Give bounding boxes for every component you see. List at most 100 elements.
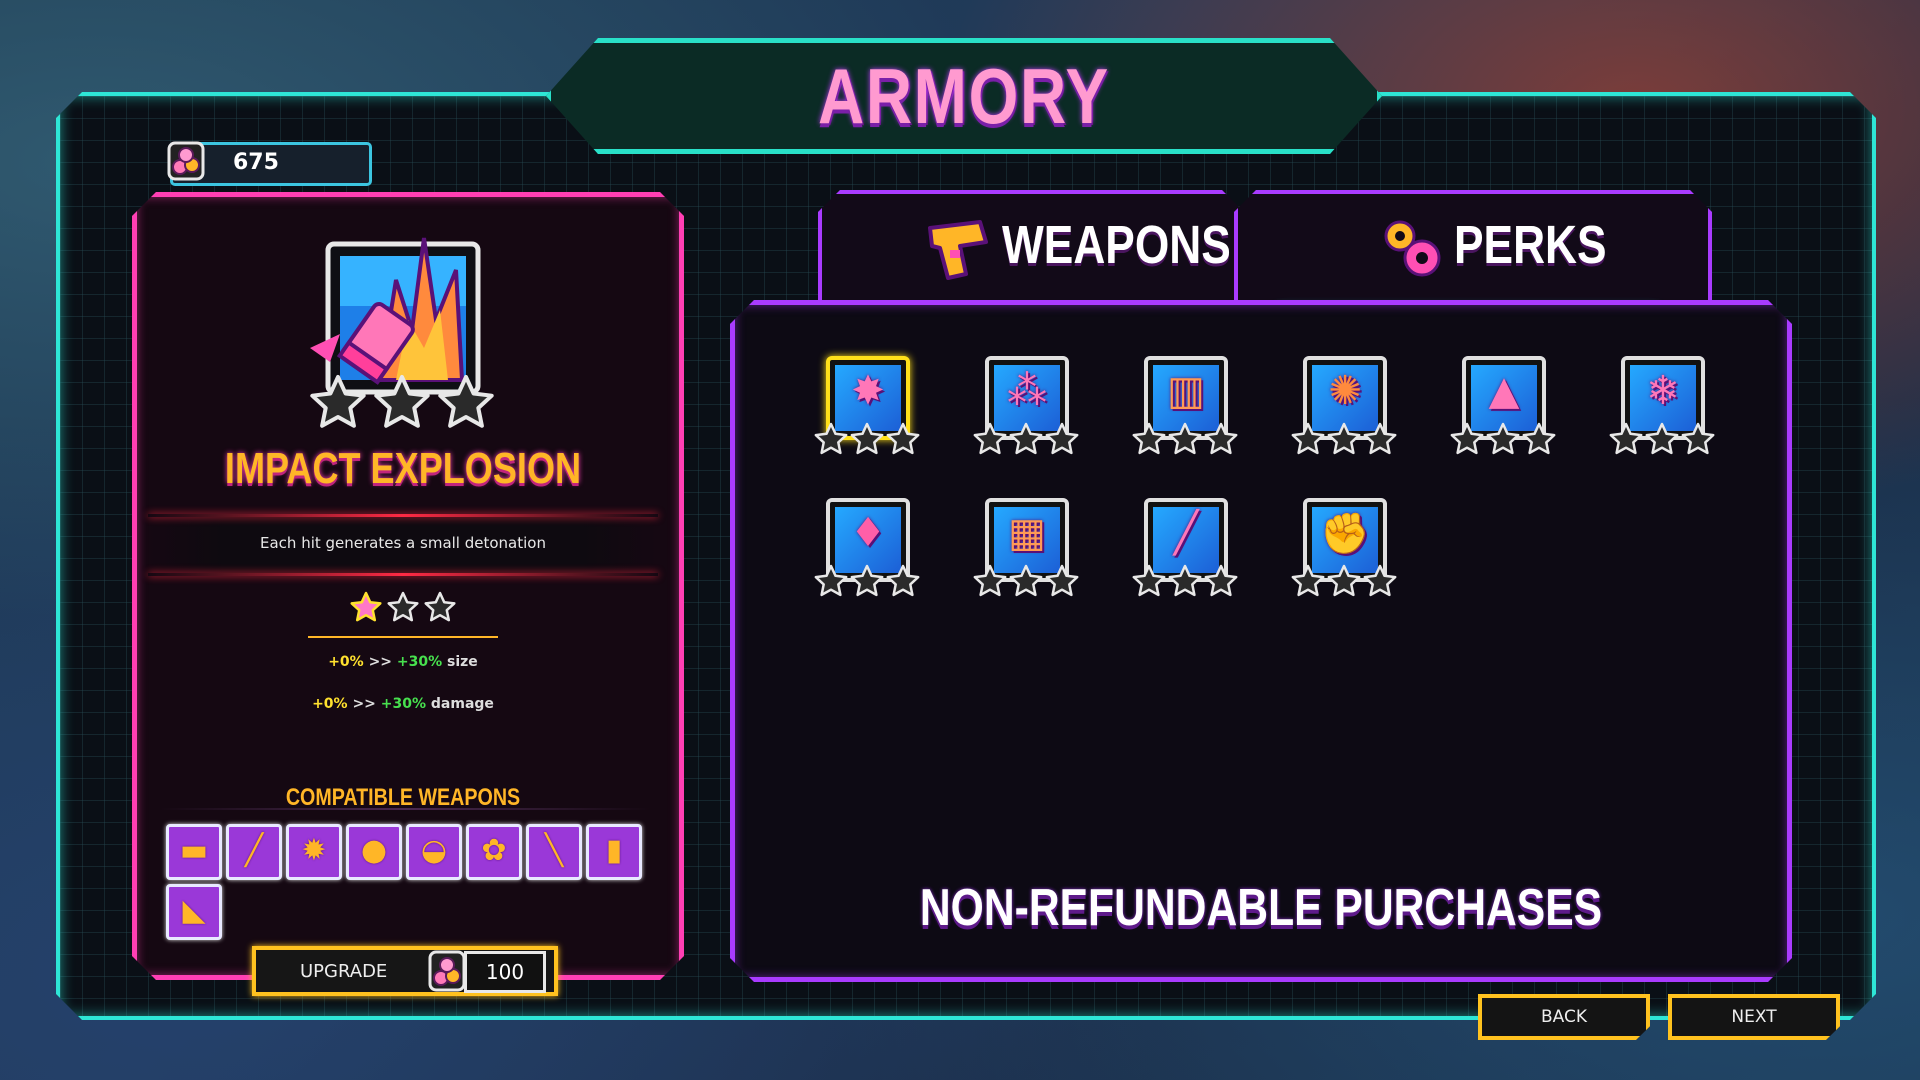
star-icon [1450,422,1484,455]
perk-stars [1132,422,1238,455]
tab-weapons[interactable]: WEAPONS [818,190,1244,308]
star-icon [1204,422,1238,455]
star-icon [1609,422,1643,455]
stat-damage-label: damage [430,696,494,712]
coin-pile-icon [428,950,466,992]
saw-blade-icon: ✹ [301,833,327,868]
perk-stars [814,564,920,597]
perk-slot[interactable]: ✸ [812,354,922,464]
upgrade-button[interactable]: UPGRADE 100 [252,946,558,996]
perk-slot[interactable]: ✊ [1289,496,1399,606]
back-button[interactable]: BACK [1478,994,1650,1040]
perk-slot[interactable]: ▥ [1130,354,1240,464]
compatible-weapon-slot[interactable]: ◒ [406,824,462,880]
fire-bullet-icon: ▲ [1488,368,1520,414]
multi-bullet-icon: ⁂ [1007,368,1047,414]
impact-explosion-icon: ✸ [851,368,885,414]
currency-display: 675 [167,141,372,186]
compatible-weapon-slot[interactable]: ▮ [586,824,642,880]
page-title: ARMORY [818,51,1110,140]
star-icon [814,422,848,455]
compatible-weapon-slot[interactable]: ◣ [166,884,222,940]
perk-stars [973,422,1079,455]
gears-icon [1376,212,1448,284]
perk-stars [814,422,920,455]
perk-stars [1132,564,1238,597]
assault-rifle-icon: ╱ [244,833,264,868]
star-icon [1009,422,1043,455]
star-icon [1327,564,1361,597]
star-icon [438,375,494,428]
compatible-weapon-slot[interactable]: ● [346,824,402,880]
shotgun-icon: ▬ [179,833,209,868]
star-icon [1363,564,1397,597]
star-icon [1168,422,1202,455]
piercing-bullet-icon: ╱ [1173,510,1199,556]
next-button[interactable]: NEXT [1668,994,1840,1040]
perk-stars [1291,564,1397,597]
perk-stars [973,564,1079,597]
stat-size-from: +0% [328,654,364,670]
star-icon [424,591,456,622]
perk-slot[interactable]: ✺ [1289,354,1399,464]
perk-slot[interactable]: ♦ [812,496,922,606]
stat-size-label: size [447,654,478,670]
perk-description: Each hit generates a small detonation [260,534,546,552]
perk-level-stars [350,591,456,622]
coin-pile-icon [167,141,205,181]
star-icon [374,375,430,428]
star-icon [1009,564,1043,597]
star-icon [850,564,884,597]
perk-slot[interactable]: ❄ [1607,354,1717,464]
pistol-icon [926,218,990,282]
star-icon [886,564,920,597]
star-icon [1645,422,1679,455]
pistol-icon: ◣ [182,893,206,928]
star-icon [1291,422,1325,455]
star-icon [310,375,366,428]
bullet-fire-stack-icon: ▦ [1008,510,1046,556]
star-icon [1204,564,1238,597]
revolver-cylinder-icon: ✿ [481,833,507,868]
star-icon [1681,422,1715,455]
bullet-row-icon: ▥ [1167,368,1205,414]
compatible-weapon-slot[interactable]: ╱ [226,824,282,880]
tab-weapons-label: WEAPONS [1002,215,1231,275]
compatible-weapon-slot[interactable]: ╲ [526,824,582,880]
star-icon [973,564,1007,597]
fire-burst-icon: ✺ [1328,368,1362,414]
perk-large-stars [310,375,494,428]
perk-slot[interactable]: ▦ [971,496,1081,606]
perk-name: IMPACT EXPLOSION [224,444,582,493]
perk-stars [1609,422,1715,455]
perk-slot[interactable]: ▲ [1448,354,1558,464]
star-icon [387,591,419,622]
tab-perks-label: PERKS [1454,215,1607,275]
upgrade-label: UPGRADE [300,961,388,982]
flask-icon: ▮ [605,833,623,868]
non-refundable-notice: NON-REFUNDABLE PURCHASES [919,879,1603,937]
star-icon [1327,422,1361,455]
perk-stars [1291,422,1397,455]
mine-icon: ◒ [420,833,448,868]
tab-perks[interactable]: PERKS [1234,190,1712,304]
strength-arm-icon: ✊ [1320,511,1370,557]
star-icon [1132,422,1166,455]
star-icon [1168,564,1202,597]
grenade-icon: ● [360,833,388,868]
divider [160,808,650,810]
star-icon [1486,422,1520,455]
water-drops-icon: ♦ [850,510,886,556]
compatible-weapon-slot[interactable]: ▬ [166,824,222,880]
star-icon [350,591,382,622]
description-band: Each hit generates a small detonation [148,514,658,576]
perk-slot[interactable]: ⁂ [971,354,1081,464]
stat-size-to: +30% [396,654,443,670]
star-icon [973,422,1007,455]
divider [308,636,498,638]
star-icon [1291,564,1325,597]
star-icon [814,564,848,597]
compatible-weapon-slot[interactable]: ✿ [466,824,522,880]
compatible-weapon-slot[interactable]: ✹ [286,824,342,880]
perk-slot[interactable]: ╱ [1130,496,1240,606]
